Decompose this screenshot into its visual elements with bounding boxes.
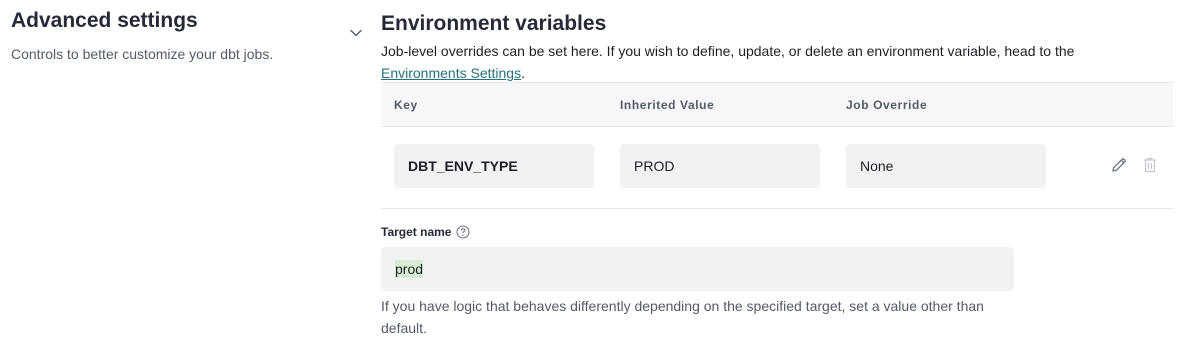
table-header: Key Inherited Value Job Override <box>381 82 1173 127</box>
help-circle-icon[interactable] <box>456 225 470 239</box>
target-name-value: prod <box>395 260 424 278</box>
environment-variables-section: Environment variables Job-level override… <box>381 11 1173 336</box>
advanced-settings-section: Advanced settings Controls to better cus… <box>11 8 341 63</box>
column-header-inherited-value: Inherited Value <box>620 98 715 112</box>
environments-settings-link[interactable]: Environments Settings <box>381 65 521 81</box>
advanced-settings-title: Advanced settings <box>11 9 198 32</box>
table-row: DBT_ENV_TYPE PROD None <box>381 127 1173 209</box>
target-name-input[interactable]: prod <box>381 247 1014 291</box>
pencil-icon[interactable] <box>1108 154 1130 176</box>
env-description-suffix: . <box>521 65 525 81</box>
environment-variables-title: Environment variables <box>381 12 607 35</box>
inherited-value-cell: PROD <box>620 144 820 188</box>
env-key-cell: DBT_ENV_TYPE <box>394 144 594 188</box>
advanced-settings-description: Controls to better customize your dbt jo… <box>11 46 274 62</box>
column-header-key: Key <box>394 98 418 112</box>
env-vars-table: Key Inherited Value Job Override DBT_ENV… <box>381 82 1173 209</box>
chevron-down-icon[interactable] <box>349 27 363 39</box>
environment-variables-description: Job-level overrides can be set here. If … <box>381 40 1141 84</box>
env-description-text: Job-level overrides can be set here. If … <box>381 43 1075 59</box>
column-header-job-override: Job Override <box>846 98 928 112</box>
target-name-label: Target name <box>381 225 452 239</box>
target-name-label-row: Target name <box>381 225 470 239</box>
trash-icon[interactable] <box>1139 154 1161 176</box>
target-name-help-text: If you have logic that behaves different… <box>381 298 984 336</box>
job-override-cell[interactable]: None <box>846 144 1046 188</box>
